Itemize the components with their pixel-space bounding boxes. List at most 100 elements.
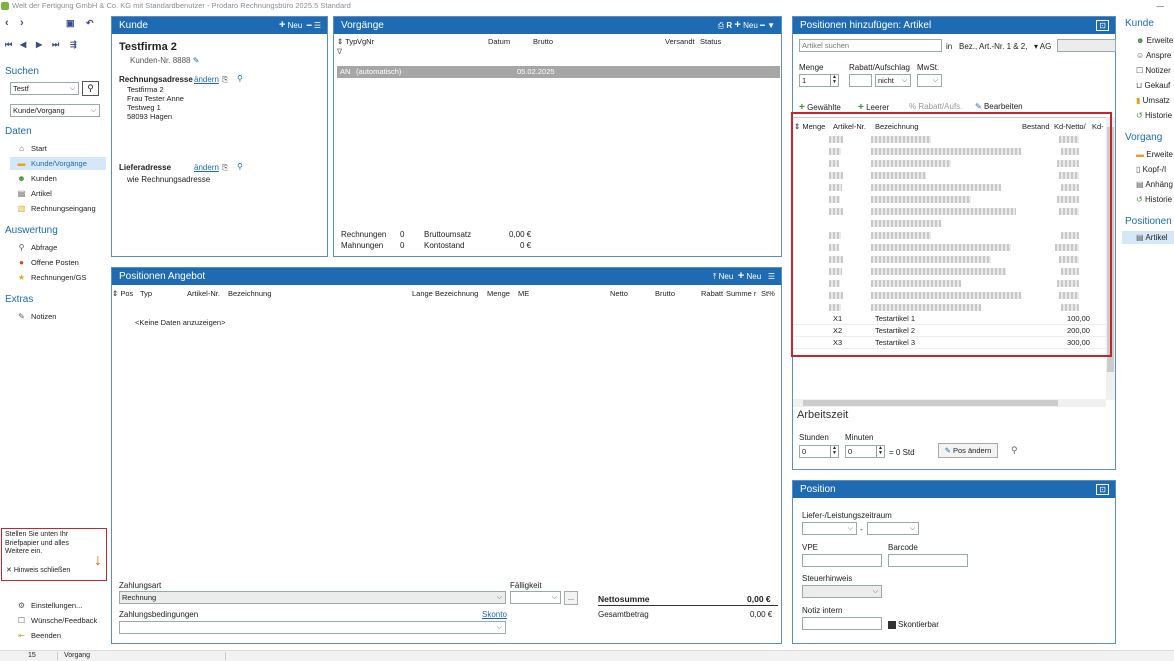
vpe-input[interactable] xyxy=(802,554,882,567)
barcode-input[interactable] xyxy=(888,554,968,567)
col-me[interactable]: ME xyxy=(518,289,529,298)
nav-item-rechnungseingang[interactable]: ▥ Rechnungseingang xyxy=(17,202,105,215)
right-item-ansprechpartner[interactable]: ☺ Anspre xyxy=(1136,51,1171,60)
add-position-button[interactable]: ⤒ Neu xyxy=(713,272,733,281)
col-brutto[interactable]: Brutto xyxy=(533,37,553,46)
faelligkeit-more-button[interactable]: ... xyxy=(564,591,578,605)
nav-item-notizen[interactable]: ✎ Notizen xyxy=(17,310,105,323)
mwst-select[interactable]: ⌵ xyxy=(917,74,942,87)
artikel-search-input[interactable]: Artikel suchen xyxy=(799,39,942,52)
add-vorgang-button[interactable]: + Neu xyxy=(734,19,757,31)
nav-item-start[interactable]: ⌂ Start xyxy=(17,142,105,155)
col-artikel-nr[interactable]: Artikel-Nr. xyxy=(187,289,220,298)
search-input[interactable]: Testf ⌵ xyxy=(10,82,79,95)
col-vgnr[interactable]: VgNr xyxy=(357,37,374,46)
nav-item-kunden[interactable]: ☻ Kunden xyxy=(17,172,105,185)
right-item-artikel[interactable]: ▤ Artikel xyxy=(1122,231,1174,244)
ag-select[interactable]: ▾ AG xyxy=(1034,42,1051,51)
rabatt-input[interactable] xyxy=(849,74,872,87)
vorgang-row[interactable]: AN (automatisch) 05.02.2025 xyxy=(337,66,780,78)
col-lange-bezeichnung[interactable]: Lange Bezeichnung xyxy=(412,289,478,298)
bearbeiten-button[interactable]: ✎ Bearbeiten xyxy=(975,102,1023,111)
rechnungsadresse-aendern-link[interactable]: ändern xyxy=(194,75,219,84)
col-brutto[interactable]: Brutto xyxy=(655,289,675,298)
nav-item-abfrage[interactable]: ⚲ Abfrage xyxy=(17,241,105,254)
menge-stepper[interactable]: 1 ▲ ▼ xyxy=(799,74,839,87)
col-typ[interactable]: Typ xyxy=(140,289,152,298)
prev-record-icon[interactable]: ◀ xyxy=(20,38,26,52)
col-summe[interactable]: Summe r xyxy=(726,289,756,298)
nav-item-rechnungen-gs[interactable]: ★ Rechnungen/GS xyxy=(17,271,105,284)
col-bezeichnung[interactable]: Bezeichnung xyxy=(228,289,271,298)
col-netto[interactable]: Netto xyxy=(610,289,628,298)
next-record-icon[interactable]: ▶ xyxy=(36,38,42,52)
right-item-kopf[interactable]: ▯ Kopf-/I xyxy=(1136,165,1166,174)
liefer-von-select[interactable]: ⌵ xyxy=(802,522,857,535)
back-icon[interactable]: ‹ xyxy=(5,16,9,30)
stunden-stepper[interactable]: 0 ▲ ▼ xyxy=(799,445,839,458)
dock-icon[interactable]: ⊡ xyxy=(1096,484,1109,495)
col-pos[interactable]: ⇕ Pos xyxy=(112,289,133,298)
search-button[interactable]: ⚲ xyxy=(82,81,99,96)
nav-item-beenden[interactable]: ⇤ Beenden xyxy=(17,629,105,642)
undo-icon[interactable]: ↶ xyxy=(86,16,94,30)
copy-icon[interactable]: ⎘ xyxy=(222,75,228,85)
notiz-intern-input[interactable] xyxy=(802,617,882,630)
map-pin-icon[interactable]: ⚲ xyxy=(237,162,243,171)
forward-icon[interactable]: › xyxy=(20,16,24,30)
lieferadresse-aendern-link[interactable]: ändern xyxy=(194,163,219,172)
search-scope-value[interactable]: Bez., Art.-Nr. 1 & 2, xyxy=(959,42,1027,51)
nav-item-kunde-vorgaenge[interactable]: ▬ Kunde/Vorgänge xyxy=(10,157,106,170)
nav-item-artikel[interactable]: ▤ Artikel xyxy=(17,187,105,200)
search-scope-select[interactable]: Kunde/Vorgang ⌵ xyxy=(10,104,100,117)
nav-item-offene-posten[interactable]: ● Offene Posten xyxy=(17,256,105,269)
rabatt-mode-select[interactable]: nicht ⌵ xyxy=(875,74,911,87)
zahlungsart-select[interactable]: Rechnung ⌵ xyxy=(119,591,506,604)
filter-record-icon[interactable]: ⇶ xyxy=(70,38,77,52)
right-item-notizen[interactable]: ☐ Notizer xyxy=(1136,66,1171,75)
right-item-umsatz[interactable]: ▮ Umsatz xyxy=(1136,96,1170,105)
collapse-icon[interactable]: ━ xyxy=(760,21,765,30)
right-item-anhaenge[interactable]: ▤ Anhäng xyxy=(1136,180,1173,189)
rabatt-aufs-button[interactable]: % Rabatt/Aufs. xyxy=(909,102,962,111)
link-icon[interactable]: ⚲ xyxy=(1011,445,1018,456)
pos-aendern-button[interactable]: ✎ Pos ändern xyxy=(938,443,998,458)
filter-row-icon[interactable]: ∇ xyxy=(337,47,342,56)
right-item-gekauft[interactable]: ⊔ Gekauf xyxy=(1136,81,1170,90)
col-menge[interactable]: Menge xyxy=(487,289,510,298)
skontierbar-checkbox[interactable]: Skontierbar xyxy=(888,620,939,629)
last-record-icon[interactable]: ⏭ xyxy=(52,38,59,52)
save-icon[interactable]: ▣ xyxy=(66,16,75,30)
zahlungsbedingungen-select[interactable]: ⌵ xyxy=(119,621,506,634)
hint-close-link[interactable]: ✕ Hinweis schließen xyxy=(6,567,70,576)
col-status[interactable]: Status xyxy=(700,37,721,46)
col-datum[interactable]: Datum xyxy=(488,37,510,46)
dock-icon[interactable]: ⊡ xyxy=(1096,20,1109,31)
add-kunde-button[interactable]: + Neu xyxy=(279,19,302,31)
r-button[interactable]: R xyxy=(726,21,732,30)
print-icon[interactable]: ⎙ xyxy=(718,21,724,30)
ag-input[interactable] xyxy=(1057,39,1116,52)
nav-item-einstellungen[interactable]: ⚙ Einstellungen... xyxy=(17,599,105,612)
right-item-historie[interactable]: ↺ Historie xyxy=(1136,111,1172,120)
menu-icon[interactable]: ☰ xyxy=(314,21,321,30)
menu-icon[interactable]: ☰ xyxy=(768,272,775,281)
filter-icon[interactable]: ▼ xyxy=(767,21,775,30)
liefer-bis-select[interactable]: ⌵ xyxy=(867,522,919,535)
steuerhinweis-select[interactable]: ⌵ xyxy=(802,585,882,598)
nav-item-feedback[interactable]: ☐ Wünsche/Feedback xyxy=(17,614,105,627)
skonto-link[interactable]: Skonto xyxy=(482,610,507,619)
col-steuer[interactable]: St% xyxy=(761,289,775,298)
col-versandt[interactable]: Versandt xyxy=(665,37,695,46)
right-item-vorgang-erweitert[interactable]: ▬ Erweite xyxy=(1136,150,1173,159)
map-pin-icon[interactable]: ⚲ xyxy=(237,74,243,83)
edit-pencil-icon[interactable]: ✎ xyxy=(193,56,200,65)
horizontal-scrollbar[interactable] xyxy=(793,399,1106,407)
minimize-button[interactable]: — xyxy=(1157,0,1165,12)
collapse-icon[interactable]: ━ xyxy=(307,21,312,30)
copy-icon[interactable]: ⎘ xyxy=(222,163,228,173)
faelligkeit-select[interactable]: ⌵ xyxy=(510,591,561,604)
minuten-stepper[interactable]: 0 ▲ ▼ xyxy=(845,445,885,458)
first-record-icon[interactable]: ⏮ xyxy=(5,38,12,52)
col-rabatt[interactable]: Rabatt xyxy=(701,289,723,298)
